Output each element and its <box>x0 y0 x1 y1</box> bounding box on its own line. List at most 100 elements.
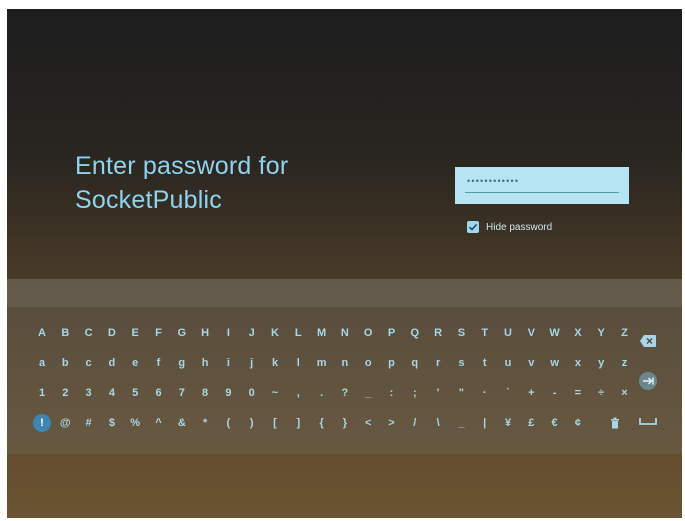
key[interactable]: S <box>451 323 471 343</box>
key[interactable]: _ <box>358 383 378 403</box>
key[interactable]: % <box>125 413 145 433</box>
key[interactable]: ( <box>218 413 238 433</box>
key[interactable]: ] <box>288 413 308 433</box>
key[interactable]: 9 <box>218 383 238 403</box>
backspace-icon[interactable] <box>637 331 659 351</box>
key[interactable]: W <box>545 323 565 343</box>
key[interactable]: - <box>545 383 565 403</box>
key[interactable]: g <box>172 353 192 373</box>
key[interactable]: # <box>79 413 99 433</box>
key[interactable]: x <box>568 353 588 373</box>
password-input[interactable]: •••••••••••• <box>455 167 629 204</box>
key[interactable]: * <box>195 413 215 433</box>
key[interactable]: m <box>312 353 332 373</box>
key[interactable]: T <box>475 323 495 343</box>
key[interactable]: b <box>55 353 75 373</box>
key[interactable]: M <box>312 323 332 343</box>
key[interactable]: i <box>218 353 238 373</box>
key[interactable]: L <box>288 323 308 343</box>
key[interactable]: o <box>358 353 378 373</box>
key[interactable]: U <box>498 323 518 343</box>
key[interactable]: 4 <box>102 383 122 403</box>
key[interactable]: 1 <box>32 383 52 403</box>
key[interactable]: 0 <box>242 383 262 403</box>
key[interactable]: 7 <box>172 383 192 403</box>
key[interactable]: ? <box>335 383 355 403</box>
key[interactable]: : <box>382 383 402 403</box>
key[interactable]: } <box>335 413 355 433</box>
key[interactable]: z <box>615 353 635 373</box>
key[interactable]: > <box>382 413 402 433</box>
key[interactable]: × <box>615 383 635 403</box>
key[interactable]: Z <box>615 323 635 343</box>
key[interactable]: ' <box>428 383 448 403</box>
key[interactable]: l <box>288 353 308 373</box>
key[interactable]: y <box>591 353 611 373</box>
key[interactable]: & <box>172 413 192 433</box>
key[interactable]: t <box>475 353 495 373</box>
key[interactable]: a <box>32 353 52 373</box>
key[interactable]: K <box>265 323 285 343</box>
key[interactable]: j <box>242 353 262 373</box>
key[interactable]: ÷ <box>591 383 611 403</box>
key[interactable]: $ <box>102 413 122 433</box>
key[interactable]: q <box>405 353 425 373</box>
key[interactable]: P <box>382 323 402 343</box>
key[interactable]: = <box>568 383 588 403</box>
key[interactable]: + <box>521 383 541 403</box>
key[interactable]: ; <box>405 383 425 403</box>
key[interactable]: · <box>475 383 495 403</box>
key[interactable]: < <box>358 413 378 433</box>
key[interactable]: w <box>545 353 565 373</box>
key[interactable]: / <box>405 413 425 433</box>
key[interactable]: R <box>428 323 448 343</box>
key[interactable]: . <box>312 383 332 403</box>
key[interactable]: F <box>149 323 169 343</box>
key[interactable]: | <box>475 413 495 433</box>
key[interactable]: G <box>172 323 192 343</box>
key[interactable]: V <box>521 323 541 343</box>
key[interactable]: H <box>195 323 215 343</box>
key[interactable]: { <box>312 413 332 433</box>
key[interactable]: € <box>545 413 565 433</box>
key[interactable]: 5 <box>125 383 145 403</box>
key[interactable]: f <box>149 353 169 373</box>
key[interactable]: c <box>79 353 99 373</box>
key[interactable]: ) <box>242 413 262 433</box>
key[interactable]: Q <box>405 323 425 343</box>
key[interactable]: C <box>79 323 99 343</box>
key[interactable]: n <box>335 353 355 373</box>
key[interactable]: ¢ <box>568 413 588 433</box>
checkbox-checked-icon[interactable] <box>467 221 479 233</box>
key[interactable]: ^ <box>149 413 169 433</box>
key[interactable]: D <box>102 323 122 343</box>
key[interactable]: r <box>428 353 448 373</box>
key[interactable]: N <box>335 323 355 343</box>
key[interactable]: _ <box>451 413 471 433</box>
key[interactable]: 8 <box>195 383 215 403</box>
key[interactable]: [ <box>265 413 285 433</box>
key[interactable]: v <box>521 353 541 373</box>
key[interactable]: p <box>382 353 402 373</box>
key[interactable]: , <box>288 383 308 403</box>
key[interactable]: Y <box>591 323 611 343</box>
key[interactable]: e <box>125 353 145 373</box>
key[interactable]: @ <box>55 413 75 433</box>
key[interactable]: u <box>498 353 518 373</box>
key[interactable]: \ <box>428 413 448 433</box>
space-icon[interactable] <box>637 411 659 431</box>
key[interactable]: 6 <box>149 383 169 403</box>
key[interactable]: h <box>195 353 215 373</box>
key[interactable]: 2 <box>55 383 75 403</box>
hide-password-toggle[interactable]: Hide password <box>467 221 552 233</box>
key[interactable]: ` <box>498 383 518 403</box>
key[interactable]: O <box>358 323 378 343</box>
key[interactable]: s <box>451 353 471 373</box>
trash-icon[interactable] <box>605 413 625 433</box>
key[interactable]: 3 <box>79 383 99 403</box>
tab-icon[interactable] <box>637 371 659 391</box>
key[interactable]: X <box>568 323 588 343</box>
key[interactable]: d <box>102 353 122 373</box>
key[interactable]: I <box>218 323 238 343</box>
key[interactable]: ! <box>33 414 51 432</box>
